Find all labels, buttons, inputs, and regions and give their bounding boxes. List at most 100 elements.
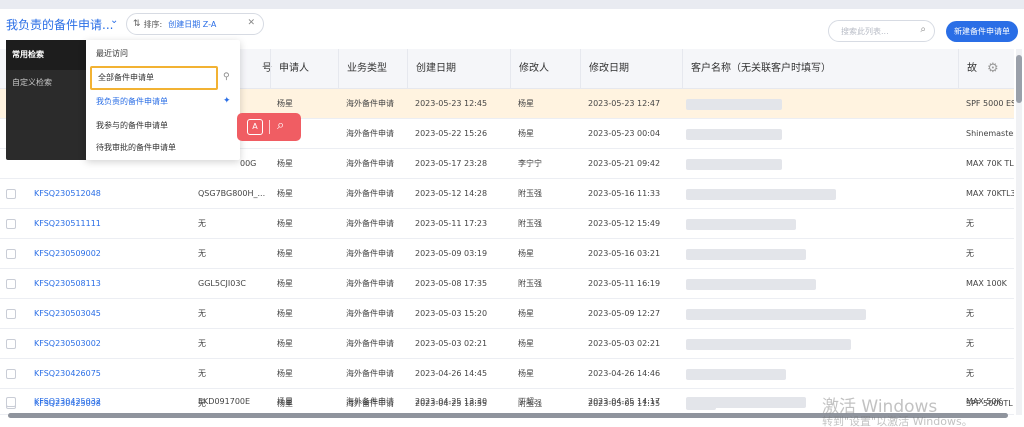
redacted-customer <box>686 279 816 290</box>
cell-applicant: 杨星 <box>277 309 293 318</box>
dropdown-item-participated[interactable]: 我参与的备件申请单 <box>86 114 240 138</box>
chevron-down-icon[interactable]: ⌄ <box>110 15 118 26</box>
cell-model: 无 <box>966 309 974 318</box>
dropdown-item-pending[interactable]: 待我审批的备件申请单 <box>86 136 240 160</box>
cell-modifier: 杨星 <box>518 129 534 138</box>
search-box[interactable]: ⌕ <box>828 20 935 42</box>
cell-modifier: 杨星 <box>518 249 534 258</box>
column-header-fault[interactable]: 故 <box>958 49 1014 89</box>
search-category-panel: 常用检索 自定义检索 <box>6 40 86 160</box>
cell-created: 2023-05-08 17:35 <box>415 279 488 288</box>
cell-created: 2023-05-03 15:20 <box>415 309 488 318</box>
cell-modifier: 附玉强 <box>518 279 542 288</box>
cell-business-type: 海外备件申请 <box>346 249 394 258</box>
cell-sn: GGL5CJI03C <box>198 279 247 288</box>
table-row[interactable]: KFSQ230503045 无 杨星 海外备件申请 2023-05-03 15:… <box>0 299 1014 329</box>
vertical-scrollbar[interactable] <box>1016 49 1022 415</box>
sort-label: 排序: <box>143 19 163 29</box>
cell-request-id[interactable]: KFSQ230508113 <box>34 269 101 299</box>
cell-sn: 无 <box>198 339 206 348</box>
cell-model: 无 <box>966 369 974 378</box>
cell-applicant: 杨星 <box>277 159 293 168</box>
cell-modified: 2023-05-23 12:47 <box>588 99 661 108</box>
cell-modified: 2023-05-16 03:21 <box>588 249 661 258</box>
cell-modified: 2023-05-16 11:33 <box>588 189 661 198</box>
redacted-customer <box>686 189 836 200</box>
custom-search-tab[interactable]: 自定义检索 <box>6 68 86 98</box>
cell-business-type: 海外备件申请 <box>346 369 394 378</box>
cell-model: 无 <box>966 219 974 228</box>
column-header-business-type[interactable]: 业务类型 <box>338 49 407 89</box>
row-checkbox[interactable] <box>6 369 16 379</box>
row-checkbox[interactable] <box>6 219 16 229</box>
column-header-modifier[interactable]: 修改人 <box>510 49 580 89</box>
column-header-modified[interactable]: 修改日期 <box>580 49 682 89</box>
cell-request-id[interactable]: KFSQ230511111 <box>34 209 101 239</box>
cell-sn: EKD091700E <box>198 397 251 406</box>
row-checkbox[interactable] <box>6 279 16 289</box>
pin-filled-icon[interactable]: ✦ <box>223 96 231 106</box>
cell-business-type: 海外备件申请 <box>346 397 394 406</box>
table-row[interactable]: KFSQ230511111 无 杨星 海外备件申请 2023-05-11 17:… <box>0 209 1014 239</box>
cell-business-type: 海外备件申请 <box>346 309 394 318</box>
table-row[interactable]: KFSQ230512048 QSG7BG800H_... 杨星 海外备件申请 2… <box>0 179 1014 209</box>
new-request-button[interactable]: 新建备件申请单 <box>946 21 1018 42</box>
table-row[interactable]: KFSQ230509002 无 杨星 海外备件申请 2023-05-09 03:… <box>0 239 1014 269</box>
cell-business-type: 海外备件申请 <box>346 99 394 108</box>
cell-modified: 2023-04-25 14:17 <box>588 397 661 406</box>
pin-icon[interactable]: ⚲ <box>223 72 230 82</box>
row-checkbox[interactable] <box>6 249 16 259</box>
close-icon[interactable]: ✕ <box>247 18 255 28</box>
list-view-dropdown: 最近访问 全部备件申请单 ⚲ 我负责的备件申请单 ✦ 我参与的备件申请单 待我审… <box>86 40 240 160</box>
row-checkbox[interactable] <box>6 189 16 199</box>
cell-business-type: 海外备件申请 <box>346 129 394 138</box>
redacted-customer <box>686 309 866 320</box>
column-header-created[interactable]: 创建日期 <box>407 49 510 89</box>
cell-modifier: 附玉强 <box>518 219 542 228</box>
dropdown-item-mine[interactable]: 我负责的备件申请单 <box>86 90 240 114</box>
list-view-selector[interactable]: 我负责的备件申请... <box>6 16 113 33</box>
search-icon[interactable]: ⌕ <box>277 118 284 133</box>
cell-created: 2023-05-23 12:45 <box>415 99 488 108</box>
cell-applicant: 杨星 <box>277 397 293 406</box>
gear-icon[interactable]: ⚙ <box>987 61 999 76</box>
cell-modified: 2023-05-23 00:04 <box>588 129 661 138</box>
cell-request-id[interactable]: KFSQ230425032 <box>34 389 101 415</box>
search-input[interactable] <box>841 21 921 41</box>
cell-applicant: 杨星 <box>277 279 293 288</box>
cell-business-type: 海外备件申请 <box>346 219 394 228</box>
redacted-customer <box>686 99 782 110</box>
column-header-customer[interactable]: 客户名称（无关联客户时填写） <box>682 49 958 89</box>
table-row[interactable]: KFSQ230508113 GGL5CJI03C 杨星 海外备件申请 2023-… <box>0 269 1014 299</box>
cell-request-id[interactable]: KFSQ230503045 <box>34 299 101 329</box>
redacted-customer <box>686 397 806 408</box>
cell-request-id[interactable]: KFSQ230503002 <box>34 329 101 359</box>
cell-model: MAX 70KTL3 <box>966 189 1014 198</box>
cell-sn: 无 <box>198 219 206 228</box>
cell-sn: 00G <box>240 159 257 168</box>
cell-created: 2023-05-17 23:28 <box>415 159 488 168</box>
cell-request-id[interactable]: KFSQ230426075 <box>34 359 101 389</box>
cell-modified: 2023-05-09 12:27 <box>588 309 661 318</box>
column-header-applicant[interactable]: 申请人 <box>270 49 338 89</box>
redacted-customer <box>686 129 782 140</box>
search-icon[interactable]: ⌕ <box>920 24 926 35</box>
cell-created: 2023-05-09 03:19 <box>415 249 488 258</box>
cell-model: SPF 5000 ES <box>966 99 1014 108</box>
common-search-tab[interactable]: 常用检索 <box>6 40 86 70</box>
cell-request-id[interactable]: KFSQ230509002 <box>34 239 101 269</box>
dropdown-item-recent[interactable]: 最近访问 <box>86 42 240 66</box>
cell-business-type: 海外备件申请 <box>346 339 394 348</box>
row-checkbox[interactable] <box>6 339 16 349</box>
cell-modifier: 杨星 <box>518 369 534 378</box>
sort-chip[interactable]: ⇅ 排序: 创建日期 Z-A ✕ <box>126 13 264 35</box>
table-row[interactable]: KFSQ230503002 无 杨星 海外备件申请 2023-05-03 02:… <box>0 329 1014 359</box>
row-checkbox[interactable] <box>6 397 16 407</box>
row-checkbox[interactable] <box>6 309 16 319</box>
vertical-scrollbar-thumb[interactable] <box>1016 55 1022 103</box>
ocr-icon[interactable]: A <box>247 119 263 135</box>
sort-value: 创建日期 Z-A <box>168 19 217 29</box>
dropdown-item-all[interactable]: 全部备件申请单 <box>90 66 218 90</box>
cell-request-id[interactable]: KFSQ230512048 <box>34 179 101 209</box>
table-row[interactable]: KFSQ230426075 无 杨星 海外备件申请 2023-04-26 14:… <box>0 359 1014 389</box>
